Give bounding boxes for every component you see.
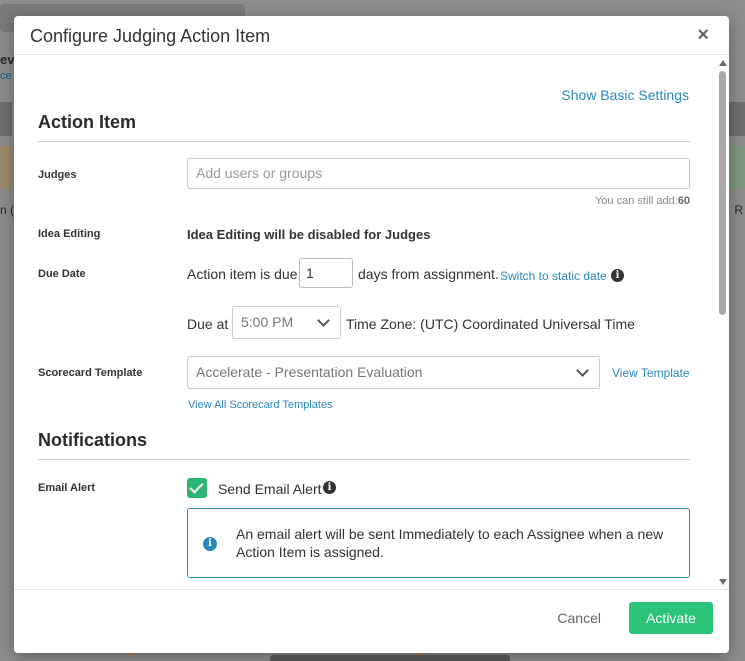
modal-header: Configure Judging Action Item × xyxy=(14,16,729,55)
modal-body[interactable]: Show Basic Settings Action Item Judges A… xyxy=(14,56,716,589)
idea-editing-value: Idea Editing will be disabled for Judges xyxy=(187,227,431,242)
chevron-down-icon xyxy=(576,364,589,377)
close-icon[interactable]: × xyxy=(697,24,709,46)
scorecard-template-label: Scorecard Template xyxy=(38,367,143,379)
section-title-notifications: Notifications xyxy=(38,430,148,450)
info-icon[interactable]: i xyxy=(323,481,336,494)
judges-label: Judges xyxy=(38,169,77,181)
scroll-down-arrow-icon[interactable] xyxy=(719,579,727,585)
info-icon[interactable]: i xyxy=(611,269,624,282)
cancel-button[interactable]: Cancel xyxy=(557,610,601,626)
timezone-text: Time Zone: (UTC) Coordinated Universal T… xyxy=(346,316,635,332)
can-still-add-helper: You can still add:60 xyxy=(595,195,690,207)
activate-button[interactable]: Activate xyxy=(629,602,713,634)
due-date-label: Due Date xyxy=(38,268,86,280)
due-time-select[interactable]: 5:00 PM xyxy=(232,306,341,339)
background-bottom-bar xyxy=(270,655,510,661)
can-still-add-count: 60 xyxy=(677,195,690,207)
send-email-alert-checkbox[interactable] xyxy=(187,478,207,498)
judges-input[interactable]: Add users or groups xyxy=(187,158,690,189)
background-left-link: ce xyxy=(0,70,12,82)
section-divider xyxy=(38,459,690,460)
background-right-block xyxy=(727,102,745,136)
background-left-text: ev xyxy=(0,52,15,67)
switch-static-date-link[interactable]: Switch to static date xyxy=(500,269,607,283)
modal-scrollbar[interactable] xyxy=(716,56,729,589)
due-at-label: Due at xyxy=(187,316,229,332)
background-left-block xyxy=(0,102,12,136)
chevron-down-icon xyxy=(317,314,330,327)
info-icon: i xyxy=(203,537,217,551)
email-alert-info-box: i An email alert will be sent Immediatel… xyxy=(187,508,690,578)
show-basic-settings-link[interactable]: Show Basic Settings xyxy=(561,87,689,103)
due-days-input[interactable]: 1 xyxy=(299,258,353,288)
send-email-alert-label: Send Email Alert xyxy=(218,481,322,497)
can-still-add-text: You can still add: xyxy=(594,195,678,207)
due-time-value: 5:00 PM xyxy=(241,314,294,330)
background-left-column xyxy=(0,146,12,188)
background-left-char: n ( xyxy=(0,203,15,217)
background-right-char: R xyxy=(734,203,743,217)
configure-judging-modal: Configure Judging Action Item × Show Bas… xyxy=(14,16,729,653)
section-divider xyxy=(38,141,690,142)
idea-editing-label: Idea Editing xyxy=(38,228,101,240)
email-alert-label: Email Alert xyxy=(38,482,96,494)
view-all-templates-link[interactable]: View All Scorecard Templates xyxy=(188,399,333,411)
modal-footer: Cancel Activate xyxy=(14,589,729,653)
due-prefix-text: Action item is due xyxy=(187,266,298,282)
modal-title: Configure Judging Action Item xyxy=(30,26,271,46)
scorecard-template-value: Accelerate - Presentation Evaluation xyxy=(196,364,423,380)
section-title-action-item: Action Item xyxy=(38,112,137,132)
email-alert-message: An email alert will be sent Immediately … xyxy=(236,526,664,560)
scorecard-template-select[interactable]: Accelerate - Presentation Evaluation xyxy=(187,356,600,389)
due-suffix-text: days from assignment. xyxy=(358,266,499,282)
scroll-thumb[interactable] xyxy=(719,71,726,315)
background-right-column xyxy=(727,146,745,188)
scroll-up-arrow-icon[interactable] xyxy=(719,60,727,66)
view-template-link[interactable]: View Template xyxy=(612,366,690,380)
